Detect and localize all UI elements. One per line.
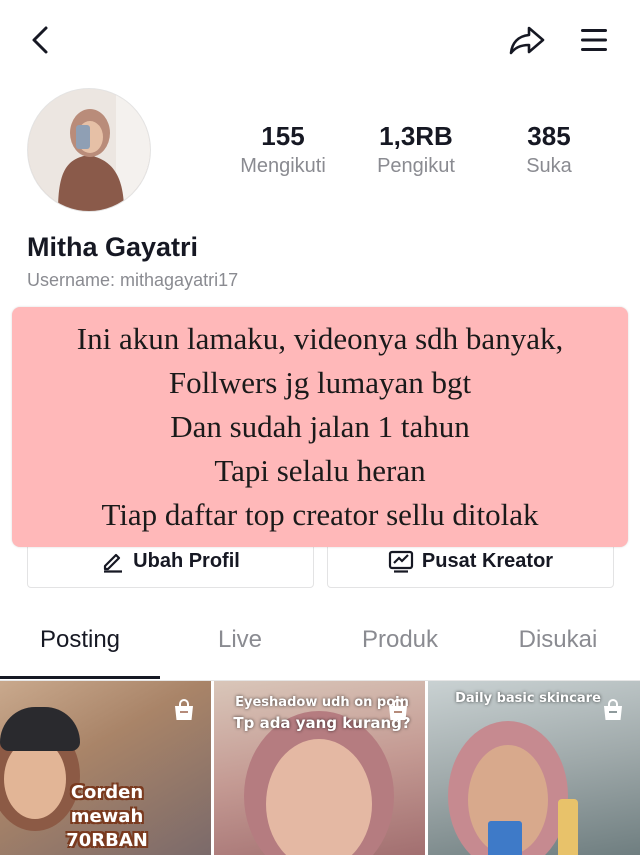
tab-posting[interactable]: Posting bbox=[0, 626, 160, 654]
hamburger-menu-icon bbox=[581, 29, 607, 51]
tab-disukai[interactable]: Disukai bbox=[478, 626, 638, 654]
menu-button[interactable] bbox=[576, 20, 612, 60]
following-stat[interactable]: 155 Mengikuti bbox=[223, 120, 343, 180]
likes-label: Suka bbox=[526, 155, 572, 177]
creator-center-label: Pusat Kreator bbox=[421, 549, 554, 572]
top-bar bbox=[0, 0, 640, 80]
followers-label: Pengikut bbox=[377, 155, 455, 177]
overlay-line: Tapi selalu heran bbox=[214, 453, 426, 488]
share-button[interactable] bbox=[506, 20, 548, 60]
shopping-bag-icon bbox=[604, 699, 622, 720]
text-overlay-note: Ini akun lamaku, videonya sdh banyak, Fo… bbox=[12, 307, 628, 547]
likes-stat[interactable]: 385 Suka bbox=[489, 120, 609, 180]
video-thumbnail[interactable]: Daily basic skincare bbox=[428, 681, 640, 855]
followers-count: 1,3RB bbox=[379, 121, 453, 151]
share-arrow-icon bbox=[509, 26, 545, 55]
chart-icon bbox=[388, 550, 414, 573]
following-count: 155 bbox=[261, 121, 305, 151]
likes-count: 385 bbox=[527, 121, 571, 151]
overlay-line: Tiap daftar top creator sellu ditolak bbox=[101, 497, 539, 532]
profile-name: Mitha Gayatri bbox=[27, 232, 199, 262]
tab-produk[interactable]: Produk bbox=[320, 626, 480, 654]
profile-username: Username: mithagayatri17 bbox=[27, 270, 239, 290]
active-tab-indicator bbox=[0, 676, 160, 679]
profile-tabs: Posting Live Produk Disukai bbox=[0, 620, 640, 681]
tab-live[interactable]: Live bbox=[160, 626, 320, 654]
video-grid: Corden mewah 70RBAN Eyeshadow udh on poi… bbox=[0, 681, 640, 855]
following-label: Mengikuti bbox=[240, 155, 326, 177]
back-button[interactable] bbox=[22, 20, 58, 60]
overlay-line: Ini akun lamaku, videonya sdh banyak, bbox=[76, 321, 564, 356]
avatar[interactable] bbox=[27, 88, 151, 212]
shopping-bag-icon bbox=[175, 699, 193, 720]
video-thumbnail[interactable]: Eyeshadow udh on poin Tp ada yang kurang… bbox=[214, 681, 425, 855]
video-caption: Corden mewah 70RBAN bbox=[66, 782, 148, 851]
video-caption: Daily basic skincare bbox=[455, 691, 601, 706]
followers-stat[interactable]: 1,3RB Pengikut bbox=[356, 120, 476, 180]
chevron-left-icon bbox=[32, 26, 48, 54]
edit-profile-label: Ubah Profil bbox=[133, 549, 240, 572]
overlay-line: Follwers jg lumayan bgt bbox=[168, 365, 472, 400]
shopping-bag-icon bbox=[389, 699, 407, 720]
pencil-icon bbox=[104, 553, 123, 573]
video-thumbnail[interactable]: Corden mewah 70RBAN bbox=[0, 681, 211, 855]
overlay-line: Dan sudah jalan 1 tahun bbox=[170, 409, 470, 444]
